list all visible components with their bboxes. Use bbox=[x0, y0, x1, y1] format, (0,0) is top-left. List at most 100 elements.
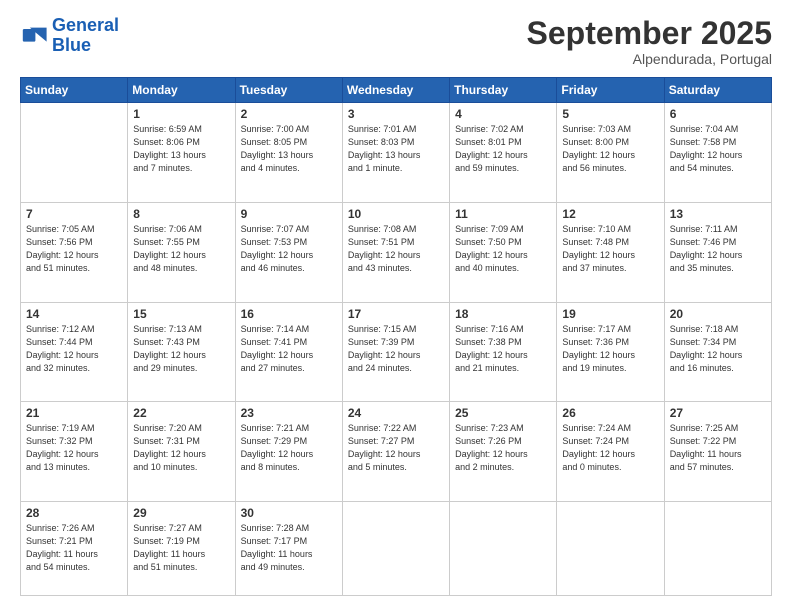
day-number: 12 bbox=[562, 207, 658, 221]
table-row: 2 Sunrise: 7:00 AM Sunset: 8:05 PM Daylig… bbox=[235, 103, 342, 203]
day-info: Sunrise: 7:28 AM Sunset: 7:17 PM Dayligh… bbox=[241, 522, 337, 574]
day-info: Sunrise: 7:25 AM Sunset: 7:22 PM Dayligh… bbox=[670, 422, 766, 474]
day-info: Sunrise: 7:12 AM Sunset: 7:44 PM Dayligh… bbox=[26, 323, 122, 375]
day-number: 5 bbox=[562, 107, 658, 121]
day-number: 28 bbox=[26, 506, 122, 520]
day-number: 8 bbox=[133, 207, 229, 221]
day-info: Sunrise: 7:00 AM Sunset: 8:05 PM Dayligh… bbox=[241, 123, 337, 175]
day-info: Sunrise: 7:08 AM Sunset: 7:51 PM Dayligh… bbox=[348, 223, 444, 275]
table-row: 22 Sunrise: 7:20 AM Sunset: 7:31 PM Dayli… bbox=[128, 402, 235, 502]
day-number: 27 bbox=[670, 406, 766, 420]
col-wednesday: Wednesday bbox=[342, 78, 449, 103]
col-sunday: Sunday bbox=[21, 78, 128, 103]
table-row: 26 Sunrise: 7:24 AM Sunset: 7:24 PM Dayli… bbox=[557, 402, 664, 502]
day-info: Sunrise: 7:16 AM Sunset: 7:38 PM Dayligh… bbox=[455, 323, 551, 375]
table-row bbox=[557, 502, 664, 596]
table-row: 1Sunrise: 6:59 AM Sunset: 8:06 PM Daylig… bbox=[128, 103, 235, 203]
day-number: 2 bbox=[241, 107, 337, 121]
day-info: Sunrise: 7:22 AM Sunset: 7:27 PM Dayligh… bbox=[348, 422, 444, 474]
calendar-table: Sunday Monday Tuesday Wednesday Thursday… bbox=[20, 77, 772, 596]
table-row bbox=[450, 502, 557, 596]
day-info: Sunrise: 7:11 AM Sunset: 7:46 PM Dayligh… bbox=[670, 223, 766, 275]
table-row: 15 Sunrise: 7:13 AM Sunset: 7:43 PM Dayli… bbox=[128, 302, 235, 402]
day-number: 29 bbox=[133, 506, 229, 520]
table-row: 17Sunrise: 7:15 AM Sunset: 7:39 PM Dayli… bbox=[342, 302, 449, 402]
day-number: 22 bbox=[133, 406, 229, 420]
col-saturday: Saturday bbox=[664, 78, 771, 103]
table-row: 29 Sunrise: 7:27 AM Sunset: 7:19 PM Dayli… bbox=[128, 502, 235, 596]
day-number: 19 bbox=[562, 307, 658, 321]
day-number: 17 bbox=[348, 307, 444, 321]
col-friday: Friday bbox=[557, 78, 664, 103]
logo-text: General Blue bbox=[52, 16, 119, 56]
calendar-header-row: Sunday Monday Tuesday Wednesday Thursday… bbox=[21, 78, 772, 103]
day-info: Sunrise: 7:04 AM Sunset: 7:58 PM Dayligh… bbox=[670, 123, 766, 175]
header: General Blue September 2025 Alpendurada,… bbox=[20, 16, 772, 67]
table-row: 27 Sunrise: 7:25 AM Sunset: 7:22 PM Dayli… bbox=[664, 402, 771, 502]
day-info: Sunrise: 7:03 AM Sunset: 8:00 PM Dayligh… bbox=[562, 123, 658, 175]
day-number: 15 bbox=[133, 307, 229, 321]
day-number: 21 bbox=[26, 406, 122, 420]
table-row: 8 Sunrise: 7:06 AM Sunset: 7:55 PM Daylig… bbox=[128, 202, 235, 302]
day-number: 20 bbox=[670, 307, 766, 321]
month-year: September 2025 bbox=[527, 16, 772, 51]
day-info: Sunrise: 7:06 AM Sunset: 7:55 PM Dayligh… bbox=[133, 223, 229, 275]
table-row: 20Sunrise: 7:18 AM Sunset: 7:34 PM Dayli… bbox=[664, 302, 771, 402]
table-row: 6 Sunrise: 7:04 AM Sunset: 7:58 PM Daylig… bbox=[664, 103, 771, 203]
logo-icon bbox=[20, 22, 48, 50]
day-number: 18 bbox=[455, 307, 551, 321]
day-number: 9 bbox=[241, 207, 337, 221]
day-info: Sunrise: 7:26 AM Sunset: 7:21 PM Dayligh… bbox=[26, 522, 122, 574]
day-number: 6 bbox=[670, 107, 766, 121]
day-info: Sunrise: 7:01 AM Sunset: 8:03 PM Dayligh… bbox=[348, 123, 444, 175]
day-number: 23 bbox=[241, 406, 337, 420]
table-row: 4Sunrise: 7:02 AM Sunset: 8:01 PM Daylig… bbox=[450, 103, 557, 203]
logo: General Blue bbox=[20, 16, 119, 56]
table-row bbox=[21, 103, 128, 203]
table-row: 9 Sunrise: 7:07 AM Sunset: 7:53 PM Daylig… bbox=[235, 202, 342, 302]
day-info: Sunrise: 7:20 AM Sunset: 7:31 PM Dayligh… bbox=[133, 422, 229, 474]
day-number: 11 bbox=[455, 207, 551, 221]
day-info: Sunrise: 7:02 AM Sunset: 8:01 PM Dayligh… bbox=[455, 123, 551, 175]
col-monday: Monday bbox=[128, 78, 235, 103]
table-row bbox=[664, 502, 771, 596]
day-info: Sunrise: 6:59 AM Sunset: 8:06 PM Dayligh… bbox=[133, 123, 229, 175]
table-row: 11 Sunrise: 7:09 AM Sunset: 7:50 PM Dayli… bbox=[450, 202, 557, 302]
day-number: 3 bbox=[348, 107, 444, 121]
day-number: 10 bbox=[348, 207, 444, 221]
day-number: 7 bbox=[26, 207, 122, 221]
table-row: 28 Sunrise: 7:26 AM Sunset: 7:21 PM Dayli… bbox=[21, 502, 128, 596]
day-number: 26 bbox=[562, 406, 658, 420]
col-thursday: Thursday bbox=[450, 78, 557, 103]
day-info: Sunrise: 7:14 AM Sunset: 7:41 PM Dayligh… bbox=[241, 323, 337, 375]
day-info: Sunrise: 7:07 AM Sunset: 7:53 PM Dayligh… bbox=[241, 223, 337, 275]
day-info: Sunrise: 7:23 AM Sunset: 7:26 PM Dayligh… bbox=[455, 422, 551, 474]
location: Alpendurada, Portugal bbox=[527, 51, 772, 67]
table-row: 25Sunrise: 7:23 AM Sunset: 7:26 PM Dayli… bbox=[450, 402, 557, 502]
table-row: 24Sunrise: 7:22 AM Sunset: 7:27 PM Dayli… bbox=[342, 402, 449, 502]
day-info: Sunrise: 7:21 AM Sunset: 7:29 PM Dayligh… bbox=[241, 422, 337, 474]
table-row: 13 Sunrise: 7:11 AM Sunset: 7:46 PM Dayli… bbox=[664, 202, 771, 302]
day-info: Sunrise: 7:09 AM Sunset: 7:50 PM Dayligh… bbox=[455, 223, 551, 275]
day-info: Sunrise: 7:10 AM Sunset: 7:48 PM Dayligh… bbox=[562, 223, 658, 275]
table-row: 18 Sunrise: 7:16 AM Sunset: 7:38 PM Dayli… bbox=[450, 302, 557, 402]
page: General Blue September 2025 Alpendurada,… bbox=[0, 0, 792, 612]
day-info: Sunrise: 7:05 AM Sunset: 7:56 PM Dayligh… bbox=[26, 223, 122, 275]
title-block: September 2025 Alpendurada, Portugal bbox=[527, 16, 772, 67]
table-row: 3 Sunrise: 7:01 AM Sunset: 8:03 PM Daylig… bbox=[342, 103, 449, 203]
table-row: 16Sunrise: 7:14 AM Sunset: 7:41 PM Dayli… bbox=[235, 302, 342, 402]
table-row bbox=[342, 502, 449, 596]
table-row: 12 Sunrise: 7:10 AM Sunset: 7:48 PM Dayli… bbox=[557, 202, 664, 302]
day-info: Sunrise: 7:13 AM Sunset: 7:43 PM Dayligh… bbox=[133, 323, 229, 375]
table-row: 23 Sunrise: 7:21 AM Sunset: 7:29 PM Dayli… bbox=[235, 402, 342, 502]
table-row: 30 Sunrise: 7:28 AM Sunset: 7:17 PM Dayli… bbox=[235, 502, 342, 596]
day-number: 13 bbox=[670, 207, 766, 221]
day-number: 14 bbox=[26, 307, 122, 321]
day-info: Sunrise: 7:19 AM Sunset: 7:32 PM Dayligh… bbox=[26, 422, 122, 474]
table-row: 21 Sunrise: 7:19 AM Sunset: 7:32 PM Dayli… bbox=[21, 402, 128, 502]
table-row: 7 Sunrise: 7:05 AM Sunset: 7:56 PM Daylig… bbox=[21, 202, 128, 302]
col-tuesday: Tuesday bbox=[235, 78, 342, 103]
day-number: 30 bbox=[241, 506, 337, 520]
day-info: Sunrise: 7:27 AM Sunset: 7:19 PM Dayligh… bbox=[133, 522, 229, 574]
day-info: Sunrise: 7:24 AM Sunset: 7:24 PM Dayligh… bbox=[562, 422, 658, 474]
